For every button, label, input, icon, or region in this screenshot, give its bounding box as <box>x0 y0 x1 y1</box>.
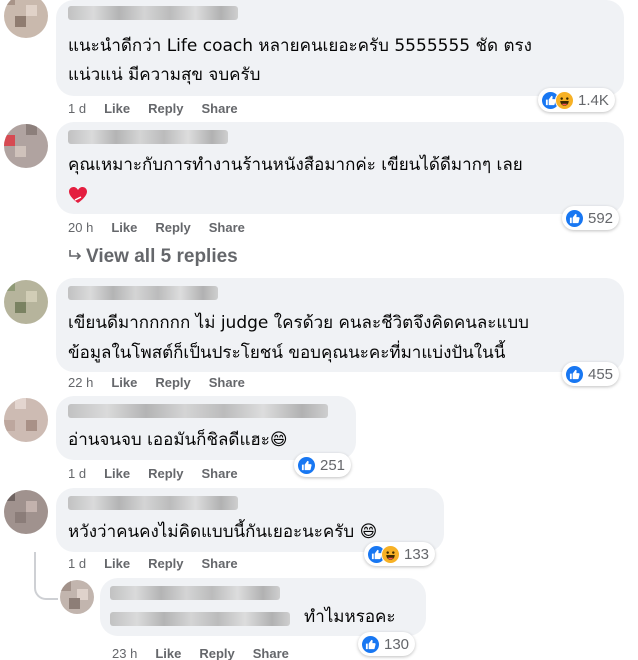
avatar[interactable] <box>4 124 48 168</box>
reaction-summary[interactable]: 1.4K <box>538 88 615 112</box>
comment-bubble: แนะนำดีกว่า Life coach หลายคนเยอะครับ 55… <box>56 0 624 96</box>
reaction-count: 251 <box>320 456 346 474</box>
reply-button[interactable]: Reply <box>199 646 234 660</box>
comment-actions: 1 d Like Reply Share <box>68 556 256 571</box>
reply-button[interactable]: Reply <box>148 556 183 571</box>
comment-bubble: ทำไมหรอคะ <box>100 578 426 636</box>
author-name[interactable] <box>68 130 228 144</box>
reply-arrow-icon <box>68 246 86 268</box>
heart-icon <box>69 187 87 203</box>
reaction-summary[interactable]: 133 <box>364 542 436 566</box>
comment-text: คุณเหมาะกับการทำงานร้านหนังสือมากค่ะ เขี… <box>68 155 523 175</box>
comment-text: แนะนำดีกว่า Life coach หลายคนเยอะครับ 55… <box>68 36 532 56</box>
comment-actions: 20 h Like Reply Share <box>68 220 263 235</box>
like-icon <box>565 208 584 228</box>
like-button[interactable]: Like <box>111 375 137 390</box>
reply-button[interactable]: Reply <box>148 101 183 116</box>
share-button[interactable]: Share <box>202 466 238 481</box>
comment-bubble: เขียนดีมากกกกก ไม่ judge ใครด้วย คนละชีว… <box>56 278 624 372</box>
comment-text: ทำไมหรอคะ <box>304 607 396 627</box>
like-button[interactable]: Like <box>104 556 130 571</box>
like-button[interactable]: Like <box>155 646 181 660</box>
timestamp[interactable]: 1 d <box>68 466 86 481</box>
avatar[interactable] <box>4 398 48 442</box>
share-button[interactable]: Share <box>202 101 238 116</box>
avatar[interactable] <box>4 0 48 38</box>
reply-button[interactable]: Reply <box>155 220 190 235</box>
comment-actions: 23 h Like Reply Share <box>112 646 307 660</box>
timestamp[interactable]: 1 d <box>68 556 86 571</box>
haha-icon <box>381 544 400 564</box>
like-button[interactable]: Like <box>111 220 137 235</box>
like-icon <box>361 634 380 654</box>
reaction-summary[interactable]: 455 <box>562 362 620 386</box>
reaction-count: 592 <box>588 209 614 227</box>
comment-text: แน่วแน่ มีความสุข จบครับ <box>68 65 261 85</box>
avatar[interactable] <box>4 490 48 534</box>
like-icon <box>565 364 584 384</box>
reaction-count: 133 <box>404 545 430 563</box>
reply-button[interactable]: Reply <box>148 466 183 481</box>
haha-icon <box>555 90 574 110</box>
comment-actions: 1 d Like Reply Share <box>68 101 256 116</box>
comment-text: ข้อมูลในโพสต์ก็เป็นประโยชน์ ขอบคุณนะคะที… <box>68 343 506 363</box>
author-name[interactable] <box>110 586 280 600</box>
reaction-count: 455 <box>588 365 614 383</box>
view-replies-link[interactable]: View all 5 replies <box>68 246 238 268</box>
share-button[interactable]: Share <box>209 220 245 235</box>
comment-actions: 22 h Like Reply Share <box>68 375 263 390</box>
author-name[interactable] <box>68 6 238 20</box>
author-name[interactable] <box>68 286 218 300</box>
timestamp[interactable]: 1 d <box>68 101 86 116</box>
comment-actions: 1 d Like Reply Share <box>68 466 256 481</box>
reaction-count: 130 <box>384 635 410 653</box>
reply-button[interactable]: Reply <box>155 375 190 390</box>
like-button[interactable]: Like <box>104 466 130 481</box>
reaction-count: 1.4K <box>578 91 609 109</box>
comment-bubble: คุณเหมาะกับการทำงานร้านหนังสือมากค่ะ เขี… <box>56 122 624 214</box>
timestamp[interactable]: 23 h <box>112 646 137 660</box>
reaction-summary[interactable]: 130 <box>358 632 416 656</box>
share-button[interactable]: Share <box>202 556 238 571</box>
author-name-blur <box>110 612 290 626</box>
view-replies-label: View all 5 replies <box>86 246 238 267</box>
comment-text: เขียนดีมากกกกก ไม่ judge ใครด้วย คนละชีว… <box>68 313 529 333</box>
timestamp[interactable]: 22 h <box>68 375 93 390</box>
author-name[interactable] <box>68 496 238 510</box>
share-button[interactable]: Share <box>253 646 289 660</box>
comment-bubble: อ่านจนจบ เออมันก็ชิลดีแฮะ😄 <box>56 396 356 460</box>
avatar[interactable] <box>4 280 48 324</box>
share-button[interactable]: Share <box>209 375 245 390</box>
avatar[interactable] <box>60 580 94 614</box>
comment-text: หวังว่าคนคงไม่คิดแบบนี้กันเยอะนะครับ 😄 <box>68 522 378 542</box>
like-icon <box>297 455 316 475</box>
timestamp[interactable]: 20 h <box>68 220 93 235</box>
reaction-summary[interactable]: 592 <box>562 206 620 230</box>
author-name[interactable] <box>68 404 328 418</box>
reply-thread-line <box>34 552 58 600</box>
reaction-summary[interactable]: 251 <box>294 453 352 477</box>
like-button[interactable]: Like <box>104 101 130 116</box>
comment-text: อ่านจนจบ เออมันก็ชิลดีแฮะ😄 <box>68 430 288 450</box>
